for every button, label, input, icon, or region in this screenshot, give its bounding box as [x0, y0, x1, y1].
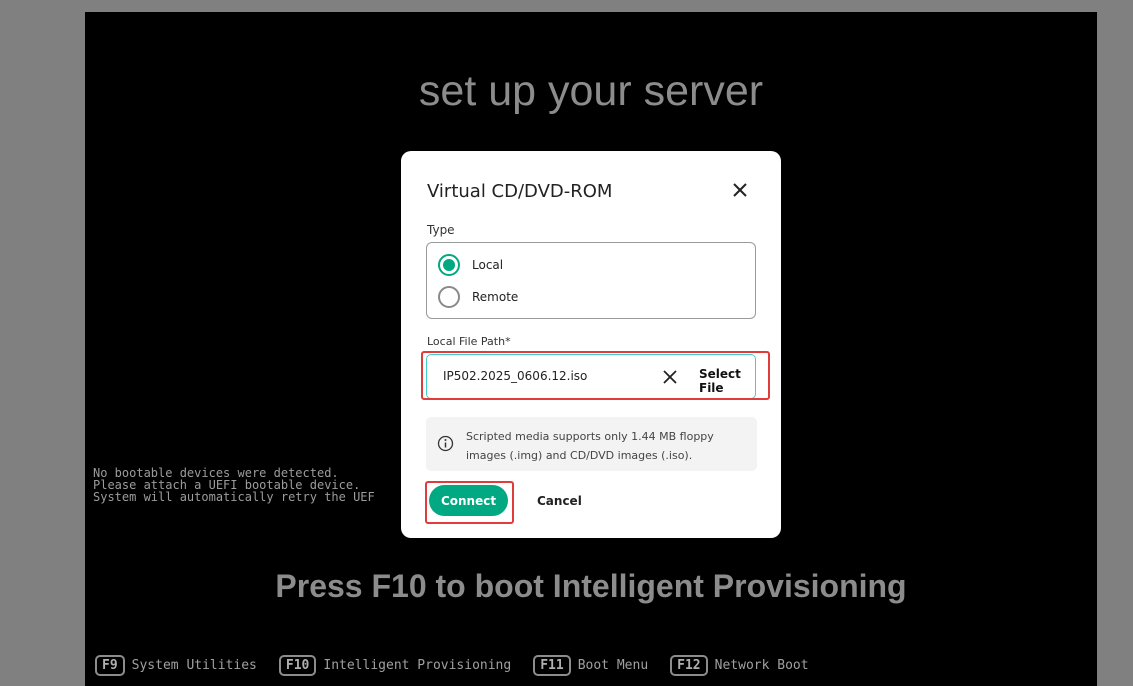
- close-icon[interactable]: [729, 179, 751, 201]
- cancel-button[interactable]: Cancel: [531, 485, 588, 516]
- fkey-f9[interactable]: F9: [95, 655, 125, 676]
- fkey-label-network-boot: Network Boot: [714, 658, 809, 673]
- radio-option-remote[interactable]: Remote: [438, 286, 518, 308]
- fkey-f11[interactable]: F11: [533, 655, 571, 676]
- info-text: Scripted media supports only 1.44 MB flo…: [466, 430, 714, 462]
- fkey-f12[interactable]: F12: [670, 655, 708, 676]
- fkey-f10[interactable]: F10: [278, 655, 317, 676]
- dialog-title: Virtual CD/DVD-ROM: [427, 181, 613, 202]
- radio-checked-icon[interactable]: [438, 254, 460, 276]
- fkey-label-boot-menu: Boot Menu: [577, 658, 649, 673]
- radio-label-local: Local: [472, 258, 504, 272]
- radio-unchecked-icon[interactable]: [438, 286, 460, 308]
- connect-button[interactable]: Connect: [429, 485, 508, 516]
- info-icon: [437, 435, 454, 452]
- file-path-value: IP502.2025_0606.12.iso: [443, 369, 588, 383]
- virtual-media-dialog: Virtual CD/DVD-ROM Type Local Remote Loc…: [401, 151, 781, 538]
- info-note: Scripted media supports only 1.44 MB flo…: [426, 417, 757, 471]
- press-f10-banner: Press F10 to boot Intelligent Provisioni…: [275, 568, 907, 604]
- select-file-button[interactable]: Select File: [699, 367, 755, 395]
- local-file-path-input[interactable]: IP502.2025_0606.12.iso Select File: [426, 354, 756, 399]
- function-key-bar: F9 System Utilities F10 Intelligent Prov…: [95, 655, 831, 676]
- console-title: set up your server: [418, 67, 764, 115]
- fkey-label-system-utilities: System Utilities: [131, 658, 257, 673]
- radio-label-remote: Remote: [472, 290, 519, 304]
- clear-icon[interactable]: [661, 368, 679, 386]
- radio-option-local[interactable]: Local: [438, 254, 503, 276]
- type-label: Type: [427, 223, 455, 237]
- local-file-path-label: Local File Path*: [427, 335, 511, 348]
- type-radio-group: Local Remote: [426, 242, 756, 319]
- console-messages: No bootable devices were detected. Please…: [93, 467, 375, 503]
- fkey-label-intelligent-provisioning: Intelligent Provisioning: [323, 658, 512, 673]
- console-message-line: System will automatically retry the UEF: [93, 490, 375, 504]
